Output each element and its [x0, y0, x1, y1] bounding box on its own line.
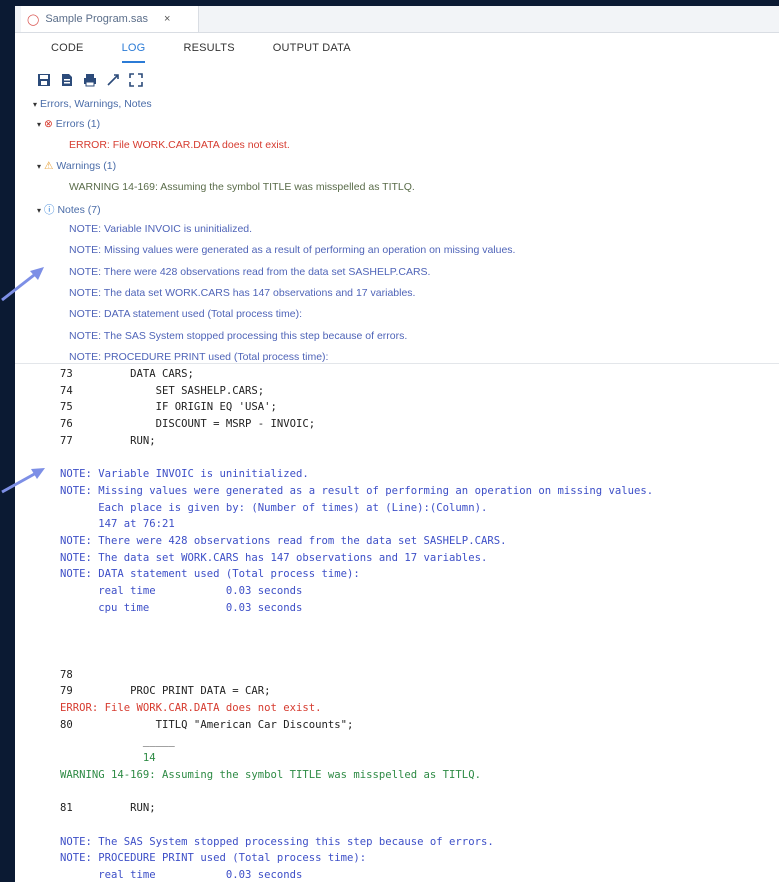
note-item[interactable]: NOTE: The SAS System stopped processing … — [69, 330, 407, 342]
log-line: NOTE: DATA statement used (Total process… — [60, 568, 360, 581]
expand-icon[interactable] — [106, 73, 120, 87]
warning-icon: ⚠ — [44, 160, 54, 172]
file-tab-bar: ◯ Sample Program.sas × — [15, 6, 779, 33]
sas-studio-panel: ◯ Sample Program.sas × CODE LOG RESULTS … — [15, 6, 779, 882]
note-item[interactable]: NOTE: Variable INVOIC is uninitialized. — [69, 223, 252, 235]
note-item[interactable]: NOTE: Missing values were generated as a… — [69, 244, 515, 256]
log-line: 73 DATA CARS; — [60, 368, 194, 380]
log-line: NOTE: Missing values were generated as a… — [60, 484, 654, 497]
log-toolbar — [37, 70, 143, 90]
log-line: NOTE: PROCEDURE PRINT used (Total proces… — [60, 852, 367, 865]
tree-root[interactable]: ▾ Errors, Warnings, Notes — [33, 98, 152, 110]
close-icon[interactable]: × — [164, 13, 170, 25]
note-item[interactable]: NOTE: DATA statement used (Total process… — [69, 308, 302, 320]
annotation-arrow-icon — [1, 267, 44, 302]
log-line: 75 IF ORIGIN EQ 'USA'; — [60, 401, 277, 414]
log-line: 77 RUN; — [60, 434, 156, 447]
info-icon: ⓘ — [44, 204, 55, 216]
tab-output-data[interactable]: OUTPUT DATA — [273, 33, 351, 63]
log-line: 76 DISCOUNT = MSRP - INVOIC; — [60, 418, 316, 431]
log-line: 14 — [60, 752, 156, 765]
log-line: 80 TITLQ "American Car Discounts"; — [60, 718, 354, 731]
collapse-caret-icon[interactable]: ▾ — [33, 100, 37, 109]
tab-results[interactable]: RESULTS — [183, 33, 234, 63]
tree-root-label: Errors, Warnings, Notes — [40, 98, 152, 110]
view-tabs: CODE LOG RESULTS OUTPUT DATA — [15, 33, 779, 63]
collapse-caret-icon[interactable]: ▾ — [37, 162, 41, 171]
log-line: 78 — [60, 668, 73, 681]
print-icon[interactable] — [83, 73, 97, 87]
log-line: 147 at 76:21 — [60, 518, 175, 531]
tab-code[interactable]: CODE — [51, 33, 84, 63]
warning-item[interactable]: WARNING 14-169: Assuming the symbol TITL… — [69, 181, 415, 193]
file-tab-name: Sample Program.sas — [45, 13, 149, 25]
warnings-label: Warnings (1) — [56, 160, 117, 172]
note-item[interactable]: NOTE: There were 428 observations read f… — [69, 266, 430, 278]
note-item[interactable]: NOTE: The data set WORK.CARS has 147 obs… — [69, 287, 415, 299]
log-line: NOTE: The data set WORK.CARS has 147 obs… — [60, 551, 488, 564]
collapse-caret-icon[interactable]: ▾ — [37, 206, 41, 215]
log-line: 81 RUN; — [60, 802, 156, 815]
error-icon: ⊗ — [44, 118, 53, 130]
log-line: 74 SET SASHELP.CARS; — [60, 384, 265, 397]
annotation-arrow-icon — [1, 468, 45, 494]
new-icon[interactable] — [60, 73, 74, 87]
fullscreen-icon[interactable] — [129, 73, 143, 87]
log-line: WARNING 14-169: Assuming the symbol TITL… — [60, 768, 481, 781]
tree-warnings-group[interactable]: ▾ ⚠ Warnings (1) — [37, 160, 116, 172]
error-item[interactable]: ERROR: File WORK.CAR.DATA does not exist… — [69, 139, 290, 151]
pane-divider[interactable] — [15, 363, 779, 364]
log-line: NOTE: Variable INVOIC is uninitialized. — [60, 468, 309, 481]
program-file-icon: ◯ — [27, 13, 40, 26]
notes-label: Notes (7) — [57, 204, 101, 216]
log-line: real time 0.03 seconds — [60, 869, 303, 881]
tree-notes-group[interactable]: ▾ ⓘ Notes (7) — [37, 202, 101, 217]
log-line: NOTE: The SAS System stopped processing … — [60, 835, 494, 848]
tab-log[interactable]: LOG — [121, 33, 146, 63]
log-line: cpu time 0.03 seconds — [60, 601, 303, 614]
log-line: ERROR: File WORK.CAR.DATA does not exist… — [60, 702, 322, 714]
tree-errors-group[interactable]: ▾ ⊗ Errors (1) — [37, 118, 100, 130]
file-tab[interactable]: ◯ Sample Program.sas × — [21, 6, 199, 32]
note-item[interactable]: NOTE: PROCEDURE PRINT used (Total proces… — [69, 351, 328, 363]
log-line: NOTE: There were 428 observations read f… — [60, 535, 507, 547]
log-line: real time 0.03 seconds — [60, 585, 303, 598]
log-line: _____ — [60, 735, 175, 748]
collapse-caret-icon[interactable]: ▾ — [37, 120, 41, 129]
save-icon[interactable] — [37, 73, 51, 87]
log-line: Each place is given by: (Number of times… — [60, 501, 488, 514]
errors-label: Errors (1) — [55, 118, 101, 130]
log-line: 79 PROC PRINT DATA = CAR; — [60, 685, 271, 698]
